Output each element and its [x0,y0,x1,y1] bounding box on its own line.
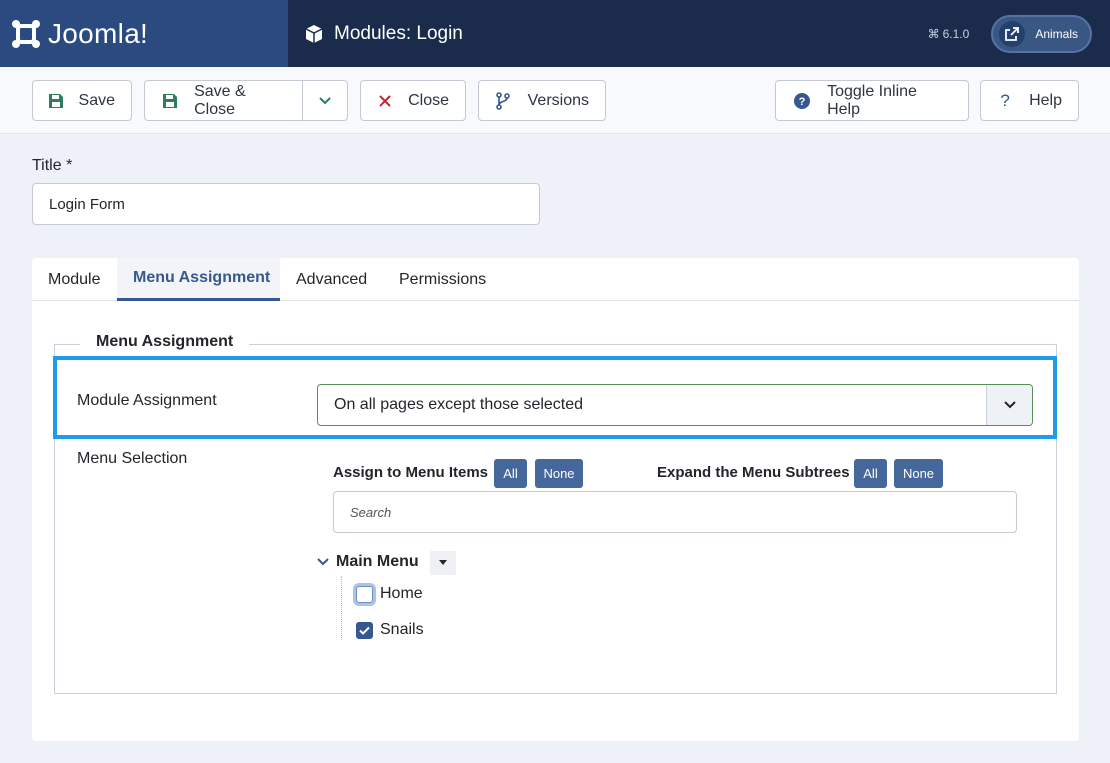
expand-subtrees-label: Expand the Menu Subtrees [657,464,850,481]
fieldset-legend: Menu Assignment [80,333,250,351]
tab-menu-assignment[interactable]: Menu Assignment [117,258,280,301]
site-link-button[interactable]: Animals [991,14,1092,53]
branch-icon [479,91,528,110]
tree-item-label: Snails [380,621,424,638]
external-link-icon [999,20,1026,47]
menu-search-input[interactable]: Search [333,491,1017,533]
close-button[interactable]: Close [360,80,466,121]
caret-down-icon [439,560,447,565]
snails-checkbox[interactable] [356,621,373,639]
cube-icon [305,24,323,43]
tab-permissions[interactable]: Permissions [383,258,513,301]
save-icon [33,93,79,109]
assign-menu-items-label: Assign to Menu Items [333,464,489,481]
question-mark-icon: ? [1000,90,1010,110]
help-button[interactable]: ? Help [980,80,1079,121]
tree-item-home[interactable]: Home [356,585,423,603]
expand-none-button[interactable]: None [894,459,943,488]
tree-main-menu[interactable]: Main Menu [316,553,419,571]
save-options-dropdown[interactable] [301,81,347,120]
tree-item-snails[interactable]: Snails [356,621,424,639]
title-input[interactable]: Login Form [32,183,540,225]
svg-text:?: ? [798,96,805,108]
versions-button[interactable]: Versions [478,80,606,121]
version-info: ⌘ 6.1.0 [928,27,970,41]
assign-all-button[interactable]: All [494,459,527,488]
close-icon [361,94,408,108]
tab-bar: Module Menu Assignment Advanced Permissi… [32,258,1079,301]
checkmark-icon [359,626,370,635]
joomla-logo-icon [12,19,40,48]
save-icon [145,93,194,109]
chevron-down-icon [319,96,331,104]
joomla-small-icon: ⌘ [927,26,940,41]
home-checkbox[interactable] [356,585,373,603]
page-title: Modules: Login [334,22,463,44]
tree-root-label: Main Menu [336,553,419,570]
title-label: Title * [32,157,73,174]
joomla-logo[interactable]: Joomla! [0,0,288,67]
module-assignment-select[interactable]: On all pages except those selected [317,384,1033,426]
tree-connector [341,576,342,640]
tree-item-label: Home [380,585,423,602]
brand-name: Joomla! [48,17,149,49]
module-assignment-value: On all pages except those selected [334,396,584,413]
page-heading: Modules: Login [288,23,463,45]
menu-selection-label: Menu Selection [77,450,188,467]
version-number: 6.1.0 [942,26,970,41]
toggle-inline-help-button[interactable]: ? Toggle Inline Help [775,80,969,121]
save-close-button[interactable]: Save & Close [144,80,348,121]
module-tabs-panel: Module Menu Assignment Advanced Permissi… [32,258,1079,741]
chevron-down-icon[interactable] [316,555,330,569]
module-assignment-label: Module Assignment [77,392,217,409]
assign-none-button[interactable]: None [535,459,583,488]
toolbar: Save Save & Close Close Versions ? Toggl… [0,67,1110,134]
question-circle-icon: ? [776,92,827,109]
tab-advanced[interactable]: Advanced [280,258,383,301]
main-menu-options-button[interactable] [430,551,456,575]
chevron-down-icon [986,385,1032,425]
expand-all-button[interactable]: All [854,459,887,488]
save-button[interactable]: Save [32,80,132,121]
site-name: Animals [1035,26,1078,41]
tab-module[interactable]: Module [32,258,117,301]
header: Joomla! Modules: Login ⌘ 6.1.0 Animals [0,0,1110,67]
